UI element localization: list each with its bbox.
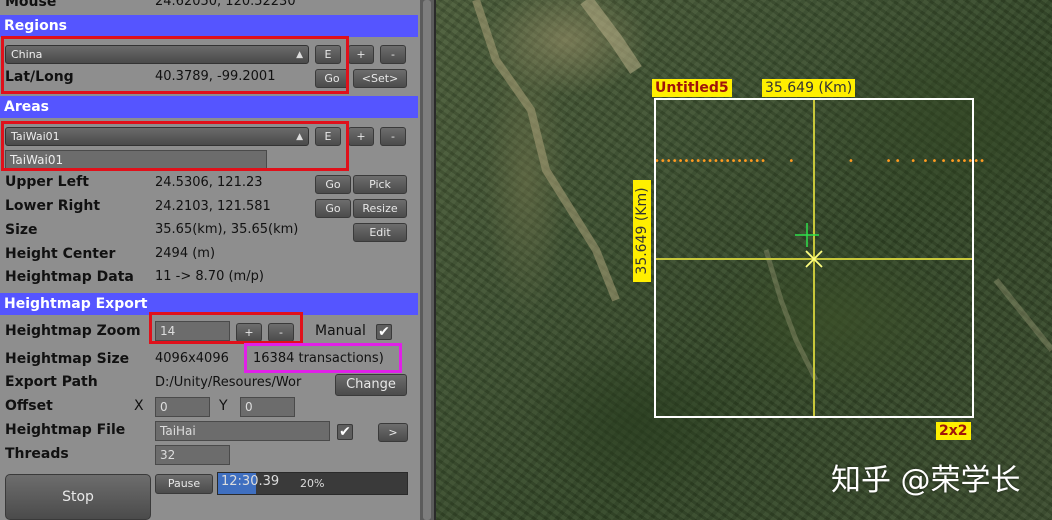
highlight-areas [1,121,349,171]
center-x-icon [805,250,823,268]
lower-right-value: 24.2103, 121.581 [155,199,271,214]
highlight-zoom [149,312,303,344]
heightmap-data-label: Heightmap Data [5,269,134,285]
area-remove-button[interactable]: - [380,127,406,146]
height-tag-text: 35.649 (Km) [634,187,650,275]
pick-button[interactable]: Pick [353,175,407,194]
pause-button[interactable]: Pause [155,474,213,494]
area-add-button[interactable]: + [348,127,374,146]
watermark: 知乎 @荣学长 [831,463,1021,498]
lower-right-label: Lower Right [5,198,101,214]
width-tag: 35.649 (Km) [762,79,856,97]
zoom-label: Heightmap Zoom [5,323,141,339]
progress-bar: 12:30.39 20% [217,472,408,495]
heightmap-file-input[interactable]: TaiHai [155,421,330,441]
heightmap-data-value: 11 -> 8.70 (m/p) [155,269,264,284]
threads-input[interactable]: 32 [155,445,230,465]
offset-y-label: Y [219,398,228,414]
upper-left-label: Upper Left [5,174,89,190]
area-name-tag: Untitled5 [652,79,732,97]
export-path-label: Export Path [5,374,98,390]
latlong-set-button[interactable]: <Set> [353,69,407,88]
offset-x-input[interactable]: 0 [155,397,210,417]
upper-left-go-button[interactable]: Go [315,175,351,194]
size-value: 35.65(km), 35.65(km) [155,222,299,237]
regions-header: Regions [0,15,418,37]
offset-x-label: X [134,398,144,414]
panel-scrollbar[interactable] [420,0,434,520]
export-path-value[interactable]: D:/Unity/Resoures/Wor [155,375,325,390]
highlight-regions [1,36,349,94]
manual-label: Manual [315,323,366,339]
settings-panel: Mouse 24.62050, 120.52230 Regions China … [0,0,420,520]
change-path-button[interactable]: Change [335,374,407,396]
height-center-label: Height Center [5,246,116,262]
satellite-map-view[interactable]: ••••••••••••••••••• • • • • • • • • ••••… [436,0,1052,520]
heightmap-size-value: 4096x4096 [155,351,229,366]
threads-label: Threads [5,446,69,462]
height-center-value: 2494 (m) [155,246,216,261]
edit-size-button[interactable]: Edit [353,223,407,242]
heightmap-file-go-button[interactable]: > [378,423,408,442]
upper-left-value: 24.5306, 121.23 [155,175,263,190]
stop-button[interactable]: Stop [5,474,151,520]
offset-y-input[interactable]: 0 [240,397,295,417]
resize-button[interactable]: Resize [353,199,407,218]
size-label: Size [5,222,38,238]
areas-header: Areas [0,96,418,118]
green-cross-icon [795,223,819,247]
offset-label: Offset [5,398,53,414]
highlight-transactions [244,343,402,373]
lower-right-go-button[interactable]: Go [315,199,351,218]
manual-checkbox[interactable]: ✔ [376,324,392,340]
mouse-value: 24.62050, 120.52230 [155,0,296,9]
progress-time: 12:30.39 [221,474,280,489]
grid-size-tag: 2x2 [936,422,971,440]
heightmap-size-label: Heightmap Size [5,351,130,367]
mouse-label: Mouse [5,0,57,10]
height-tag: 35.649 (Km) [633,180,651,282]
heightmap-file-label: Heightmap File [5,422,126,438]
scrollbar-thumb[interactable] [423,0,431,520]
progress-percent: 20% [300,477,325,490]
heightmap-file-checkbox[interactable]: ✔ [337,424,353,440]
region-add-button[interactable]: + [348,45,374,64]
region-remove-button[interactable]: - [380,45,406,64]
